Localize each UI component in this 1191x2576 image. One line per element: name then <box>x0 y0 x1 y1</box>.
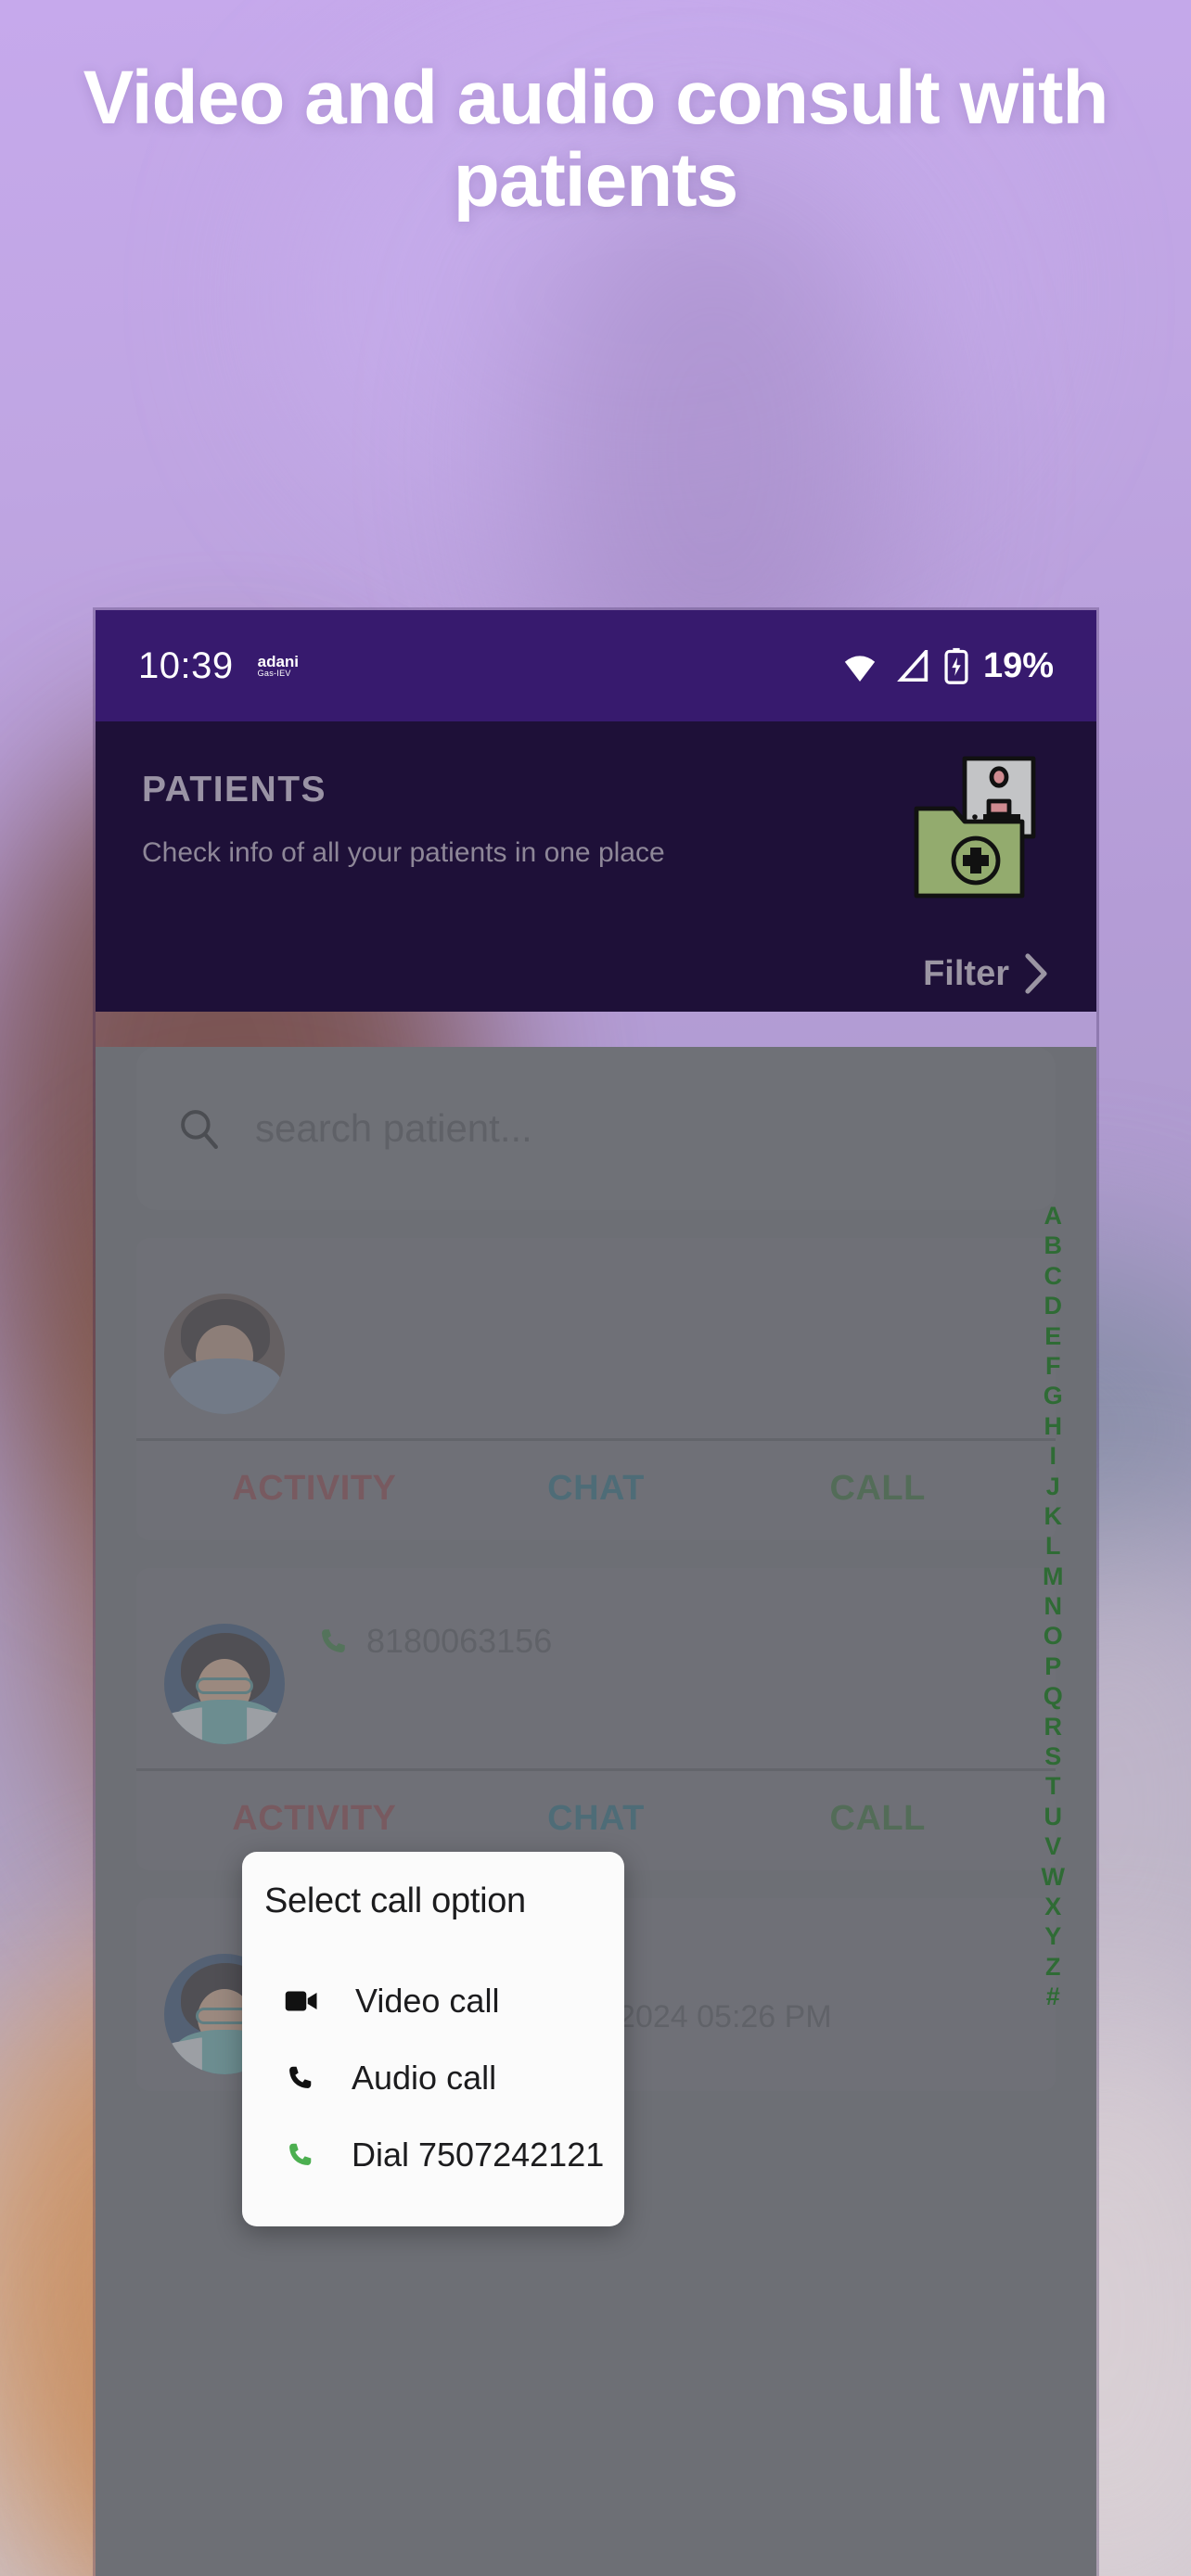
alpha-index-letter[interactable]: D <box>1044 1291 1063 1320</box>
alpha-index-letter[interactable]: V <box>1044 1831 1061 1861</box>
alpha-index-letter[interactable]: I <box>1050 1441 1057 1471</box>
dialog-option-label: Audio call <box>352 2058 497 2097</box>
filter-label: Filter <box>923 953 1009 993</box>
dialog-option-label: Video call <box>355 1981 500 2020</box>
tab-activity[interactable]: ACTIVITY <box>173 1799 455 1839</box>
alpha-index-letter[interactable]: R <box>1044 1712 1063 1741</box>
alpha-index-letter[interactable]: B <box>1044 1231 1063 1260</box>
dialog-option-audio-call[interactable]: Audio call <box>242 2039 624 2116</box>
phone-mockup: 10:39 adani Gas-IEV 19% PATIENTS Check i… <box>96 610 1096 2576</box>
card-action-tabs: ACTIVITY CHAT CALL <box>164 1441 1028 1540</box>
avatar <box>164 1294 285 1414</box>
battery-percentage: 19% <box>982 645 1054 685</box>
alpha-index-letter[interactable]: S <box>1044 1741 1061 1771</box>
tab-chat[interactable]: CHAT <box>455 1469 737 1509</box>
alpha-index-letter[interactable]: A <box>1044 1201 1063 1231</box>
tab-call[interactable]: CALL <box>736 1799 1018 1839</box>
filter-button[interactable]: Filter <box>923 952 1050 995</box>
patient-phone: 8180063156 <box>316 1622 1028 1661</box>
search-placeholder: search patient... <box>255 1106 532 1150</box>
page-subtitle: Check info of all your patients in one p… <box>142 837 665 868</box>
alpha-index-letter[interactable]: G <box>1044 1381 1063 1410</box>
patient-summary: 8180063156 <box>164 1592 1028 1744</box>
dialog-option-dial-number[interactable]: Dial 7507242121 <box>242 2116 624 2193</box>
alpha-index-letter[interactable]: O <box>1044 1621 1063 1651</box>
signal-icon <box>897 650 928 682</box>
alphabet-index[interactable]: A B C D E F G H I J K L M N O P Q R S T … <box>1042 1201 1065 2012</box>
tab-activity[interactable]: ACTIVITY <box>173 1469 455 1509</box>
battery-icon <box>944 647 968 684</box>
list-item[interactable]: 8180063156 ACTIVITY CHAT CALL <box>136 1568 1056 1870</box>
alpha-index-letter[interactable]: J <box>1046 1472 1060 1501</box>
search-icon <box>181 1110 218 1149</box>
phone-green-icon <box>321 1629 345 1653</box>
select-call-option-dialog[interactable]: Select call option Video call Audio call <box>242 1852 624 2226</box>
alpha-index-letter[interactable]: F <box>1045 1351 1061 1381</box>
dialog-option-label: Dial 7507242121 <box>352 2135 605 2174</box>
alpha-index-letter[interactable]: Y <box>1044 1921 1061 1951</box>
search-input[interactable]: search patient... <box>136 1047 1056 1210</box>
status-clock: 10:39 <box>138 644 234 686</box>
alpha-index-letter[interactable]: C <box>1044 1261 1063 1291</box>
wifi-icon <box>844 656 876 682</box>
patients-header-panel: PATIENTS Check info of all your patients… <box>96 721 1096 1012</box>
alpha-index-letter[interactable]: X <box>1044 1892 1061 1921</box>
alpha-index-letter[interactable]: W <box>1042 1862 1065 1892</box>
phone-number: 8180063156 <box>366 1622 553 1660</box>
alpha-index-letter[interactable]: P <box>1044 1651 1061 1681</box>
avatar <box>164 1624 285 1744</box>
chevron-right-icon <box>1025 953 1047 994</box>
phone-icon <box>289 2066 312 2088</box>
dialog-title: Select call option <box>264 1881 526 1920</box>
tab-call[interactable]: CALL <box>736 1469 1018 1509</box>
alpha-index-letter[interactable]: M <box>1043 1562 1064 1591</box>
alpha-index-letter[interactable]: Z <box>1045 1952 1061 1982</box>
alpha-index-letter[interactable]: Q <box>1044 1681 1063 1711</box>
carrier-name: adani <box>257 653 300 670</box>
alpha-index-letter[interactable]: E <box>1044 1321 1061 1351</box>
alpha-index-letter[interactable]: H <box>1044 1411 1063 1441</box>
patient-folder-icon <box>907 753 1044 906</box>
alpha-index-letter[interactable]: L <box>1045 1531 1061 1561</box>
patient-details <box>316 1262 1028 1292</box>
phone-green-icon <box>289 2143 312 2165</box>
alpha-index-letter[interactable]: N <box>1044 1591 1063 1621</box>
carrier-logo: adani Gas-IEV <box>258 654 299 678</box>
dialog-option-video-call[interactable]: Video call <box>242 1962 624 2039</box>
carrier-subtext: Gas-IEV <box>257 669 291 678</box>
list-item[interactable]: ACTIVITY CHAT CALL <box>136 1238 1056 1540</box>
alpha-index-letter[interactable]: K <box>1044 1501 1063 1531</box>
status-bar: 10:39 adani Gas-IEV 19% <box>96 610 1096 721</box>
status-icons: 19% <box>840 646 1054 686</box>
alpha-index-letter[interactable]: T <box>1045 1771 1061 1801</box>
tab-chat[interactable]: CHAT <box>455 1799 737 1839</box>
dialog-option-list: Video call Audio call Dial 7507242121 <box>242 1962 624 2193</box>
patient-summary <box>164 1262 1028 1414</box>
alpha-index-letter[interactable]: U <box>1044 1802 1063 1831</box>
alpha-index-letter[interactable]: # <box>1046 1982 1060 2011</box>
patient-details: 8180063156 <box>316 1592 1028 1661</box>
promo-headline: Video and audio consult with patients <box>83 56 1109 223</box>
video-camera-icon <box>285 1991 317 2010</box>
patient-list-area: search patient... ACTIVITY CHAT CALL 818… <box>96 1047 1096 2576</box>
